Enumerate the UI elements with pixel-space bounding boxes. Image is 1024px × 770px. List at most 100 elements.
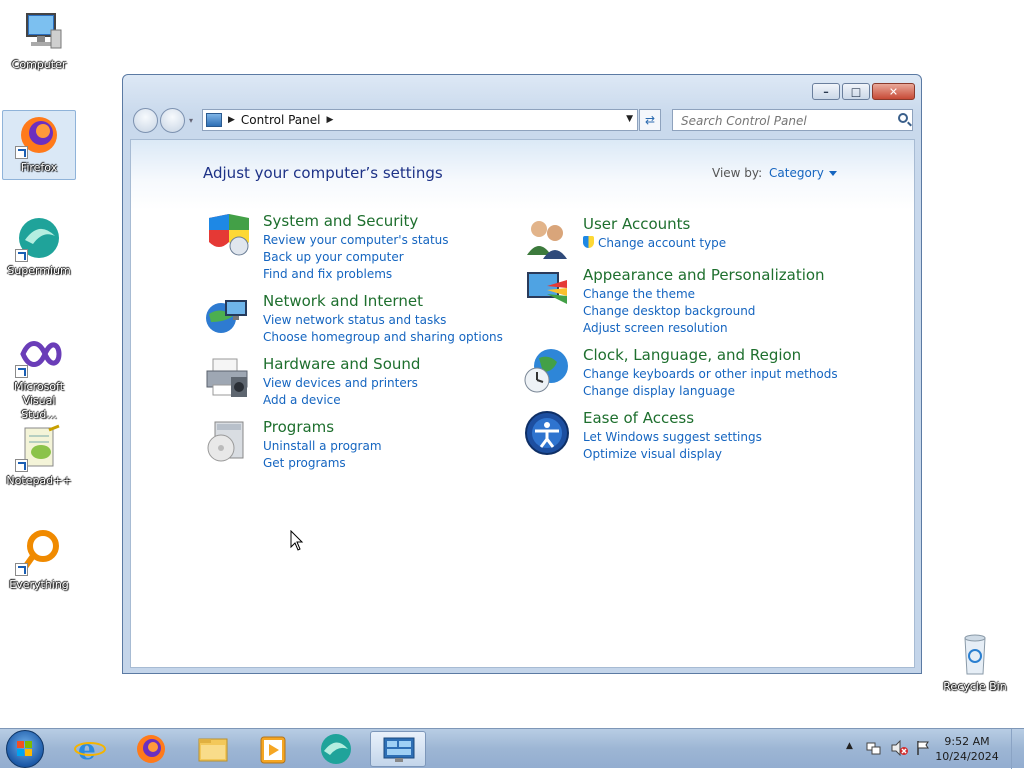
close-button[interactable]: ✕ [872, 83, 915, 100]
desktop-icon-firefox[interactable]: Firefox [2, 110, 76, 180]
maximize-button[interactable]: □ [842, 83, 870, 100]
search-input[interactable] [679, 111, 893, 131]
back-button[interactable] [133, 108, 158, 133]
shortcut-arrow-icon [15, 365, 28, 378]
control-panel-content: Adjust your computer’s settings View by:… [130, 139, 915, 668]
link-add-device[interactable]: Add a device [263, 392, 418, 409]
category-title[interactable]: Ease of Access [583, 409, 694, 427]
category-title[interactable]: System and Security [263, 212, 418, 230]
view-by-dropdown[interactable]: Category [769, 166, 837, 180]
control-panel-window: – □ ✕ ▾ ▶ Control Panel ▶ ▼ ⇄ Adjust you… [122, 74, 922, 674]
link-devices-printers[interactable]: View devices and printers [263, 375, 418, 392]
desktop-icon-recycle-bin[interactable]: Recycle Bin [939, 630, 1011, 694]
link-screen-resolution[interactable]: Adjust screen resolution [583, 320, 755, 337]
desktop-icon-notepadpp[interactable]: Notepad++ [3, 424, 75, 488]
category-title[interactable]: Clock, Language, and Region [583, 346, 801, 364]
minimize-button[interactable]: – [812, 83, 840, 100]
breadcrumb-control-panel[interactable]: Control Panel [241, 113, 321, 127]
link-change-theme[interactable]: Change the theme [583, 286, 755, 303]
refresh-button[interactable]: ⇄ [639, 109, 661, 131]
link-homegroup-sharing[interactable]: Choose homegroup and sharing options [263, 329, 503, 346]
link-windows-suggest-settings[interactable]: Let Windows suggest settings [583, 429, 762, 446]
system-clock[interactable]: 9:52 AM 10/24/2024 [932, 734, 1002, 764]
desktop-icon-label: Notepad++ [6, 474, 72, 487]
clock-date: 10/24/2024 [935, 750, 999, 763]
shortcut-arrow-icon [15, 563, 28, 576]
address-bar[interactable]: ▶ Control Panel ▶ ▼ [202, 109, 638, 131]
link-review-status[interactable]: Review your computer's status [263, 232, 449, 249]
category-title[interactable]: Network and Internet [263, 292, 423, 310]
taskbar: e ▲ 9:52 AM 10/24/2024 [0, 728, 1024, 769]
internet-explorer-icon: e [74, 733, 106, 766]
link-find-fix-problems[interactable]: Find and fix problems [263, 266, 449, 283]
firefox-icon [15, 111, 63, 159]
show-hidden-icons-button[interactable]: ▲ [846, 741, 853, 751]
computer-icon [15, 8, 63, 56]
breadcrumb-arrow-icon[interactable]: ▶ [228, 115, 235, 125]
uac-shield-icon [583, 236, 594, 248]
link-display-language[interactable]: Change display language [583, 383, 838, 400]
programs-icon [203, 418, 251, 466]
taskbar-internet-explorer[interactable]: e [62, 731, 118, 767]
media-player-icon [260, 736, 286, 764]
link-change-account-type[interactable]: Change account type [583, 235, 726, 252]
shortcut-arrow-icon [15, 459, 28, 472]
link-desktop-background[interactable]: Change desktop background [583, 303, 755, 320]
window-caption-buttons: – □ ✕ [812, 83, 915, 100]
desktop-icon-label: Firefox [20, 161, 58, 174]
link-network-status[interactable]: View network status and tasks [263, 312, 503, 329]
search-box[interactable] [672, 109, 913, 131]
desktop-icon-supermium[interactable]: Supermium [3, 214, 75, 278]
ease-of-access-icon [523, 409, 571, 457]
printer-icon [203, 355, 251, 403]
category-title[interactable]: Hardware and Sound [263, 355, 420, 373]
view-by-label: View by: [712, 166, 763, 180]
desktop-icon-everything[interactable]: Everything [3, 528, 75, 592]
appearance-icon [523, 266, 571, 314]
recycle-bin-icon [951, 630, 999, 678]
everything-icon [15, 528, 63, 576]
clock-time: 9:52 AM [944, 735, 990, 748]
search-icon[interactable] [898, 113, 908, 123]
link-keyboards-input[interactable]: Change keyboards or other input methods [583, 366, 838, 383]
taskbar-supermium[interactable] [308, 731, 364, 767]
breadcrumb-arrow-icon[interactable]: ▶ [327, 115, 334, 125]
folder-icon [198, 738, 228, 762]
show-desktop-button[interactable] [1011, 729, 1024, 769]
link-uninstall-program[interactable]: Uninstall a program [263, 438, 382, 455]
network-icon [203, 292, 251, 340]
visual-studio-icon [15, 330, 63, 378]
shortcut-arrow-icon [15, 146, 28, 159]
desktop-icon-label: Supermium [7, 264, 71, 277]
category-title[interactable]: Programs [263, 418, 334, 436]
desktop-icon-label: Everything [9, 578, 69, 591]
windows-logo-icon [17, 741, 33, 757]
desktop-icon-visual-studio[interactable]: Microsoft Visual Stud... [3, 330, 75, 422]
forward-button[interactable] [160, 108, 185, 133]
desktop-icon-computer[interactable]: Computer [3, 8, 75, 72]
start-button[interactable] [6, 730, 44, 768]
taskbar-file-explorer[interactable] [185, 731, 241, 767]
shield-icon [203, 212, 251, 260]
link-label[interactable]: Change account type [598, 236, 726, 250]
taskbar-media-player[interactable] [245, 731, 301, 767]
taskbar-control-panel[interactable] [370, 731, 426, 767]
desktop-icon-label: Recycle Bin [943, 680, 1007, 693]
link-get-programs[interactable]: Get programs [263, 455, 382, 472]
category-title[interactable]: Appearance and Personalization [583, 266, 825, 284]
action-center-flag-icon[interactable] [916, 740, 930, 756]
firefox-icon [137, 735, 165, 763]
volume-muted-tray-icon[interactable] [891, 739, 909, 757]
taskbar-firefox[interactable] [123, 731, 179, 767]
view-by-value[interactable]: Category [769, 166, 824, 180]
link-back-up[interactable]: Back up your computer [263, 249, 449, 266]
page-title: Adjust your computer’s settings [203, 164, 443, 182]
link-optimize-visual-display[interactable]: Optimize visual display [583, 446, 762, 463]
network-tray-icon[interactable] [866, 740, 882, 756]
supermium-icon [15, 214, 63, 262]
control-panel-icon [383, 737, 415, 762]
address-dropdown-icon[interactable]: ▼ [626, 114, 633, 124]
svg-text:e: e [78, 733, 96, 766]
category-title[interactable]: User Accounts [583, 215, 690, 233]
recent-pages-chevron-icon[interactable]: ▾ [189, 116, 193, 125]
